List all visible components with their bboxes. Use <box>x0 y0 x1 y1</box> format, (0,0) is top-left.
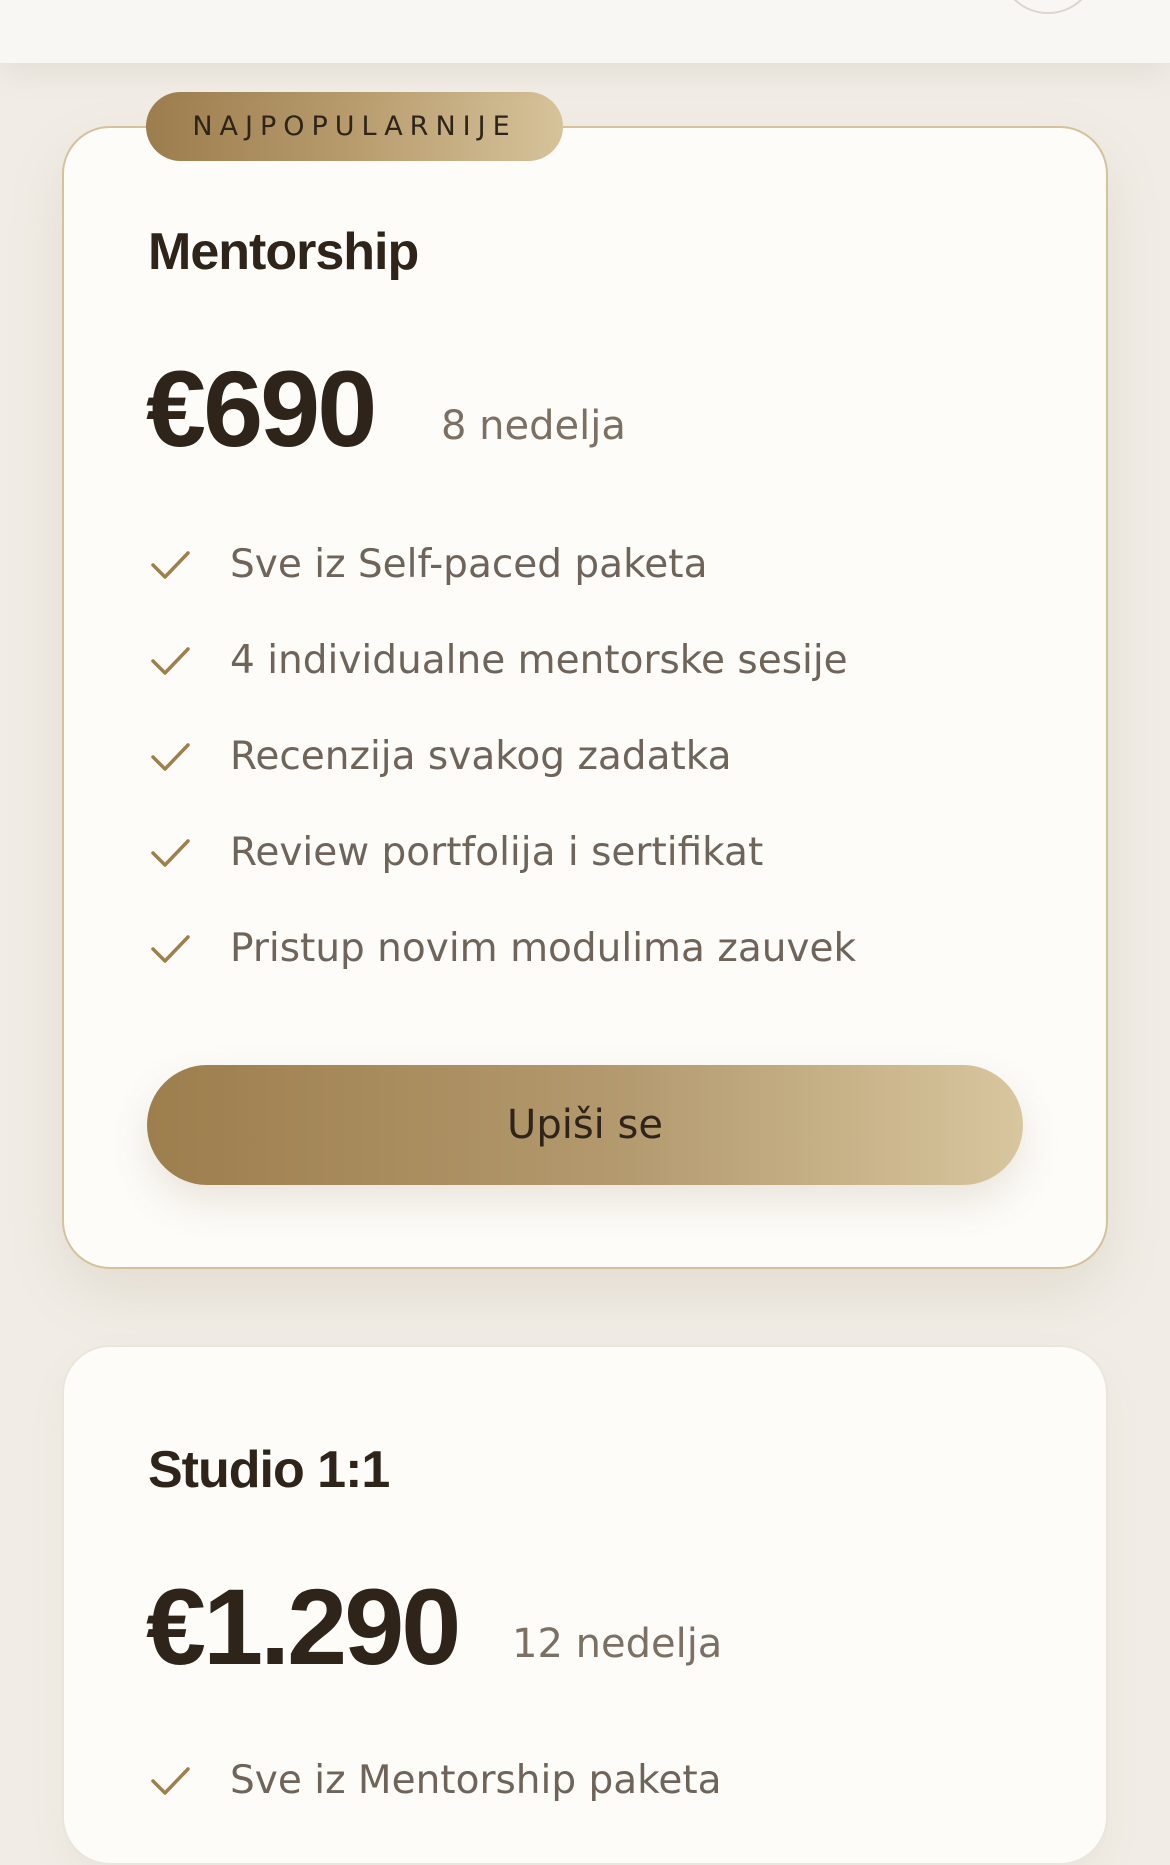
plan-name: Studio 1:1 <box>148 1441 390 1499</box>
feature-item: Recenzija svakog zadatka <box>148 726 732 786</box>
feature-text: Review portfolija i sertifikat <box>230 829 764 875</box>
plan-price: €1.290 <box>146 1566 461 1687</box>
enroll-button[interactable]: Upiši se <box>147 1065 1023 1185</box>
feature-item: Review portfolija i sertifikat <box>148 822 763 882</box>
feature-text: Sve iz Mentorship paketa <box>230 1757 722 1803</box>
feature-text: Recenzija svakog zadatka <box>230 733 732 779</box>
feature-item: 4 individualne mentorske sesije <box>148 630 848 690</box>
check-icon <box>151 647 190 675</box>
feature-text: 4 individualne mentorske sesije <box>230 637 848 683</box>
check-icon <box>151 743 190 771</box>
plan-period: 8 nedelja <box>441 403 626 449</box>
feature-item: Sve iz Self-paced paketa <box>148 534 707 594</box>
feature-item: Pristup novim modulima zauvek <box>148 918 856 978</box>
check-icon <box>151 935 190 963</box>
plan-period: 12 nedelja <box>512 1621 723 1667</box>
feature-item: Sve iz Mentorship paketa <box>148 1750 722 1810</box>
top-header <box>0 0 1170 63</box>
plan-name: Mentorship <box>148 223 419 281</box>
feature-text: Pristup novim modulima zauvek <box>230 925 857 971</box>
plan-price: €690 <box>146 348 377 469</box>
menu-toggle-button[interactable] <box>1002 0 1094 14</box>
check-icon <box>151 1767 190 1795</box>
check-icon <box>151 551 190 579</box>
feature-text: Sve iz Self-paced paketa <box>230 541 708 587</box>
popular-badge: NAJPOPULARNIJE <box>146 92 563 161</box>
check-icon <box>151 839 190 867</box>
